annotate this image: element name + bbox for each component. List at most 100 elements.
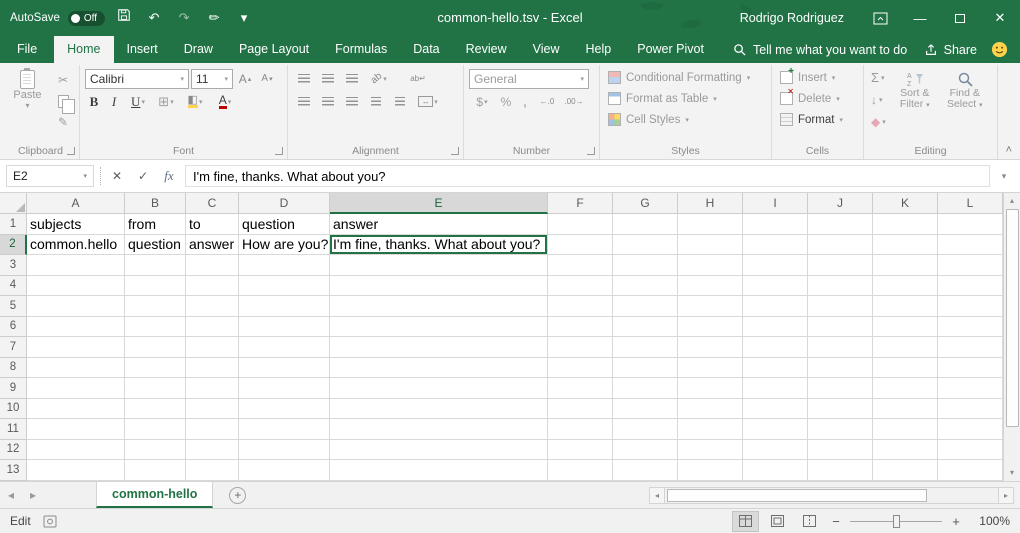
zoom-level[interactable]: 100% [970, 514, 1010, 528]
column-header-G[interactable]: G [613, 193, 678, 214]
cell-D1[interactable]: question [239, 214, 330, 235]
formula-bar-expand-button[interactable]: ▾ [996, 171, 1012, 182]
redo-button[interactable]: ↷ [173, 0, 195, 36]
normal-view-button[interactable] [733, 512, 758, 531]
cell-I11[interactable] [743, 419, 808, 440]
zoom-in-button[interactable]: + [949, 514, 963, 529]
cell-F8[interactable] [548, 358, 613, 379]
autosave-toggle[interactable]: Off [68, 11, 105, 26]
cell-F1[interactable] [548, 214, 613, 235]
cell-E9[interactable] [330, 378, 548, 399]
cell-K5[interactable] [873, 296, 938, 317]
cell-A11[interactable] [27, 419, 125, 440]
cell-C7[interactable] [186, 337, 239, 358]
cell-H7[interactable] [678, 337, 743, 358]
row-header-12[interactable]: 12 [0, 440, 27, 461]
cell-H5[interactable] [678, 296, 743, 317]
cell-D6[interactable] [239, 317, 330, 338]
cell-C13[interactable] [186, 460, 239, 481]
select-all-button[interactable] [0, 193, 27, 214]
cell-D3[interactable] [239, 255, 330, 276]
cell-G8[interactable] [613, 358, 678, 379]
new-sheet-button[interactable]: + [229, 487, 246, 504]
row-header-1[interactable]: 1 [0, 214, 27, 235]
macro-record-button[interactable] [43, 515, 57, 528]
format-cells-button[interactable]: Format ▾ [777, 109, 858, 130]
column-header-F[interactable]: F [548, 193, 613, 214]
cell-I12[interactable] [743, 440, 808, 461]
insert-function-button[interactable]: fx [159, 168, 179, 184]
cell-J1[interactable] [808, 214, 873, 235]
cell-A7[interactable] [27, 337, 125, 358]
cell-L5[interactable] [938, 296, 1003, 317]
cell-I9[interactable] [743, 378, 808, 399]
ribbon-tab-review[interactable]: Review [453, 36, 520, 63]
cell-D2[interactable]: How are you? [239, 235, 330, 256]
page-break-view-button[interactable] [797, 512, 822, 531]
cell-H8[interactable] [678, 358, 743, 379]
cell-J6[interactable] [808, 317, 873, 338]
align-left-button[interactable] [293, 92, 315, 112]
cell-K2[interactable] [873, 235, 938, 256]
cell-E10[interactable] [330, 399, 548, 420]
cell-A13[interactable] [27, 460, 125, 481]
increase-indent-button[interactable] [389, 92, 411, 112]
cell-I4[interactable] [743, 276, 808, 297]
sort-filter-button[interactable]: A Z Sort & Filter ▾ [892, 67, 938, 132]
number-format-select[interactable]: General ▾ [469, 69, 589, 89]
cell-A3[interactable] [27, 255, 125, 276]
borders-button[interactable]: ⊞▾ [153, 92, 179, 112]
cell-G5[interactable] [613, 296, 678, 317]
cell-I5[interactable] [743, 296, 808, 317]
fill-button[interactable]: ↓▾ [869, 89, 888, 110]
cell-G6[interactable] [613, 317, 678, 338]
cell-H4[interactable] [678, 276, 743, 297]
scroll-up-button[interactable]: ▴ [1010, 193, 1014, 209]
sheet-tab-common-hello[interactable]: common-hello [96, 482, 213, 508]
cell-E2[interactable]: I'm fine, thanks. What about you? [330, 235, 548, 256]
cell-I2[interactable] [743, 235, 808, 256]
autosum-button[interactable]: Σ▾ [869, 67, 888, 88]
row-header-7[interactable]: 7 [0, 337, 27, 358]
cell-K1[interactable] [873, 214, 938, 235]
horizontal-scroll-track[interactable] [665, 487, 998, 504]
wrap-text-button[interactable]: ab↵ [403, 69, 433, 89]
column-header-B[interactable]: B [125, 193, 186, 214]
cell-A4[interactable] [27, 276, 125, 297]
cell-L11[interactable] [938, 419, 1003, 440]
column-header-L[interactable]: L [938, 193, 1003, 214]
clipboard-dialog-launcher[interactable] [67, 147, 75, 155]
cell-C1[interactable]: to [186, 214, 239, 235]
align-right-button[interactable] [341, 92, 363, 112]
italic-button[interactable]: I [105, 92, 123, 112]
column-header-C[interactable]: C [186, 193, 239, 214]
cell-B2[interactable]: question [125, 235, 186, 256]
cell-D11[interactable] [239, 419, 330, 440]
cell-I3[interactable] [743, 255, 808, 276]
cell-L9[interactable] [938, 378, 1003, 399]
cell-A10[interactable] [27, 399, 125, 420]
cell-K3[interactable] [873, 255, 938, 276]
row-header-9[interactable]: 9 [0, 378, 27, 399]
cell-G10[interactable] [613, 399, 678, 420]
share-button[interactable]: Share [924, 36, 983, 63]
cell-F2[interactable] [548, 235, 613, 256]
column-header-J[interactable]: J [808, 193, 873, 214]
cell-A6[interactable] [27, 317, 125, 338]
cell-L13[interactable] [938, 460, 1003, 481]
cell-C11[interactable] [186, 419, 239, 440]
cut-button[interactable]: ✂ [52, 70, 74, 90]
cell-H6[interactable] [678, 317, 743, 338]
cell-C12[interactable] [186, 440, 239, 461]
cell-B13[interactable] [125, 460, 186, 481]
zoom-slider-thumb[interactable] [893, 515, 900, 528]
cell-L4[interactable] [938, 276, 1003, 297]
align-middle-button[interactable] [317, 69, 339, 89]
cell-D8[interactable] [239, 358, 330, 379]
find-select-button[interactable]: Find & Select ▾ [942, 67, 988, 132]
pen-mode-button[interactable]: ✏ [203, 0, 225, 36]
cell-E13[interactable] [330, 460, 548, 481]
scroll-down-button[interactable]: ▾ [1010, 465, 1014, 481]
column-header-K[interactable]: K [873, 193, 938, 214]
cell-C5[interactable] [186, 296, 239, 317]
